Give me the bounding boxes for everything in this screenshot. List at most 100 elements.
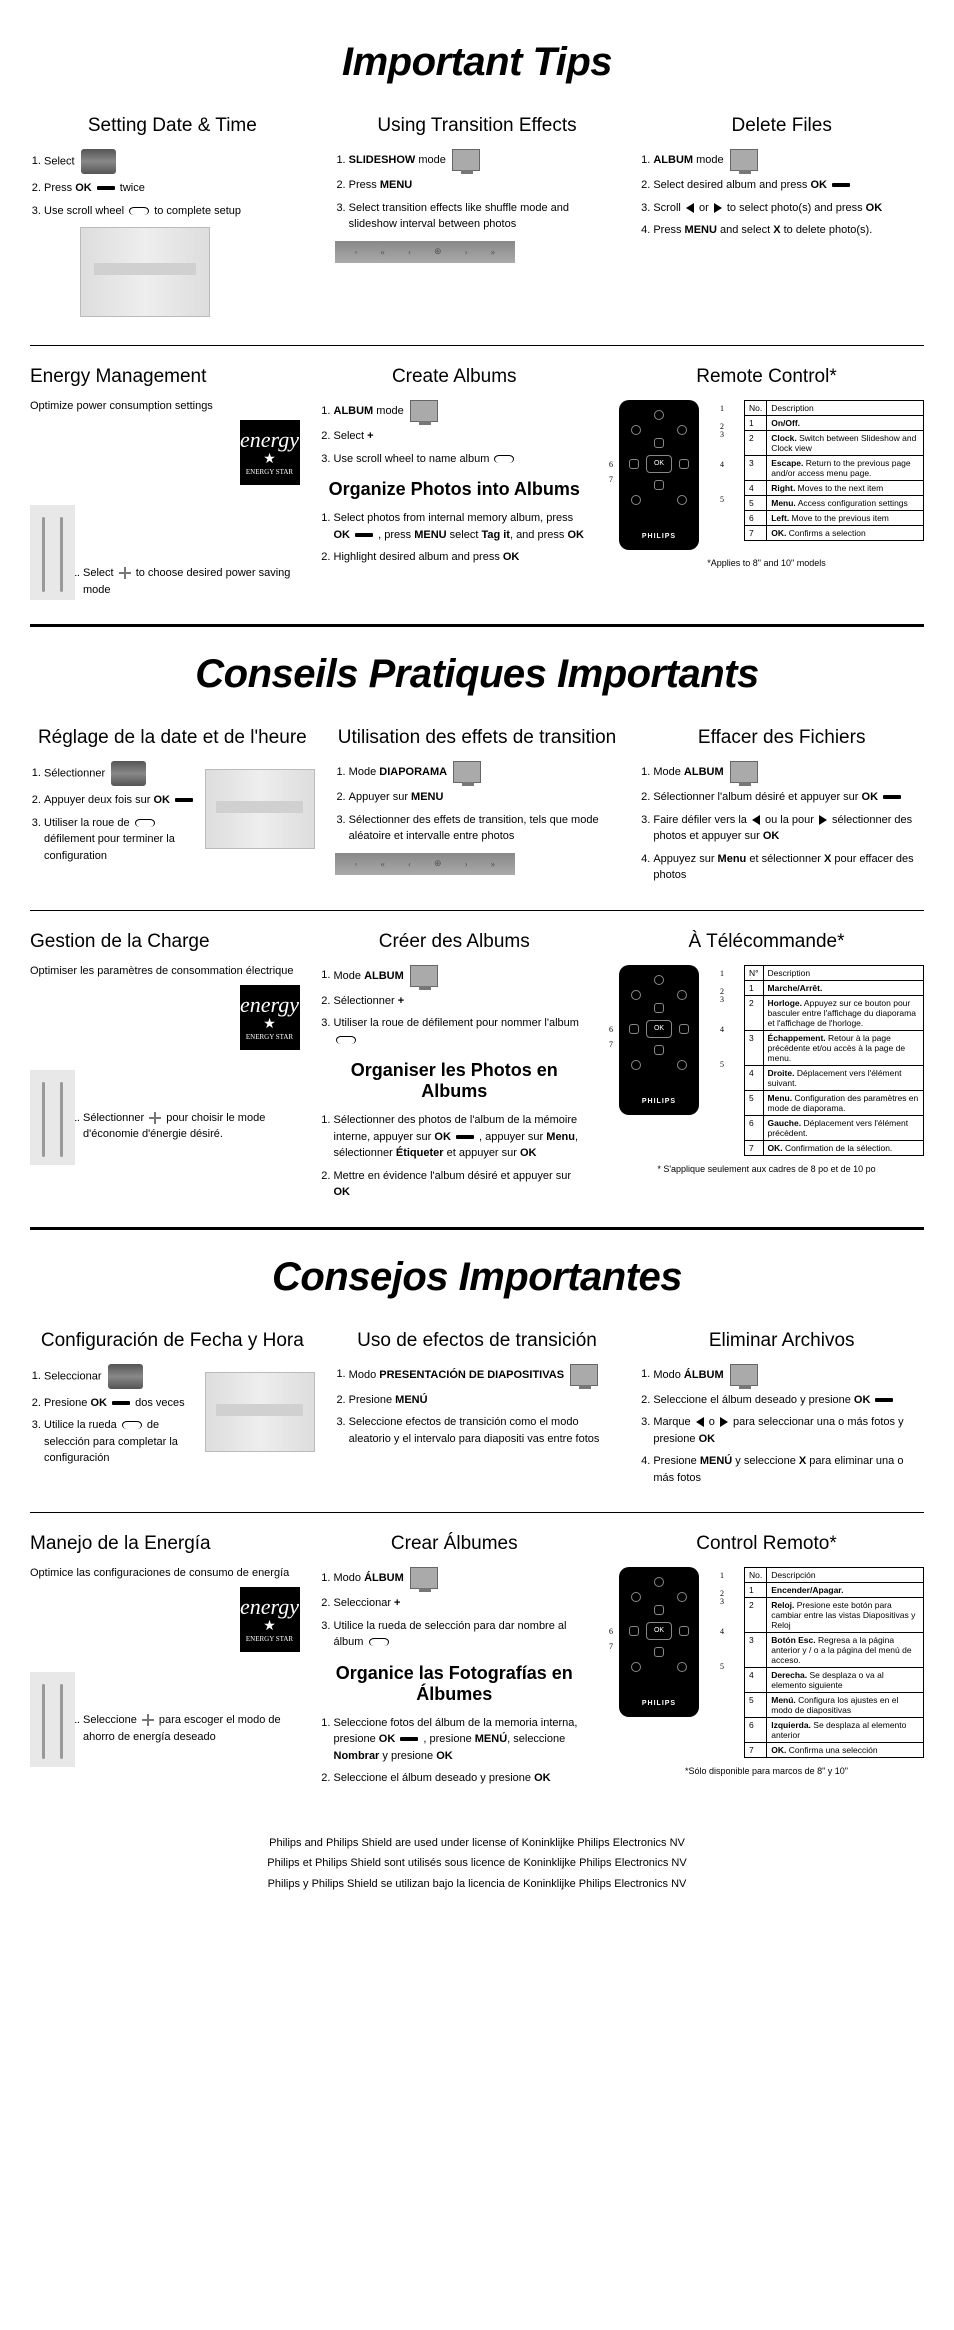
step: Select desired album and press OK — [653, 177, 924, 194]
power-box-image — [30, 1070, 75, 1165]
text: OK — [153, 794, 170, 806]
ok-btn-icon: OK — [646, 1622, 672, 1640]
text: MENÚ — [475, 1733, 507, 1745]
heading-transition-en: Using Transition Effects — [335, 115, 620, 137]
step: Seleccione el álbum deseado y presione O… — [334, 1770, 590, 1787]
steps-transition-en: SLIDESHOW mode Press MENU Select transit… — [335, 149, 620, 233]
text: SLIDESHOW — [349, 154, 416, 166]
remote-image: OK PHILIPS — [619, 1567, 699, 1717]
text: Mode — [653, 766, 684, 778]
td: 1 — [745, 980, 764, 995]
row-fr-1: Réglage de la date et de l'heure Sélecti… — [30, 727, 924, 890]
callout: 3 — [720, 1597, 724, 1606]
text: OK — [379, 1733, 396, 1745]
text: Clock. — [771, 433, 797, 443]
text: Modo — [334, 1572, 365, 1584]
scroll-wheel-icon — [494, 455, 514, 463]
text: y seleccione — [732, 1455, 799, 1467]
text: and select — [717, 224, 773, 236]
text: , presione — [420, 1733, 474, 1745]
steps-datetime-en: Select Press OK twice Use scroll wheel t… — [30, 149, 315, 219]
ok-button-icon — [355, 530, 373, 540]
step: Utiliser la roue de défilement pour nomm… — [334, 1015, 590, 1048]
subtitle-energy-fr: Optimiser les paramètres de consommation… — [30, 965, 300, 977]
text: Horloge. — [768, 998, 802, 1008]
step: Sélectionner pour choisir le mode d'écon… — [44, 1110, 300, 1143]
step: Modo PRESENTACIÓN DE DIAPOSITIVAS — [349, 1364, 620, 1386]
text: OK. — [771, 1745, 786, 1755]
nav-left-icon — [629, 1024, 639, 1034]
clock-btn-icon — [631, 425, 641, 435]
th: Description — [767, 401, 924, 416]
divider — [30, 1227, 924, 1230]
td: 3 — [745, 456, 767, 481]
step: Select — [44, 149, 315, 174]
monitor-icon — [453, 761, 481, 783]
heading-delete-en: Delete Files — [639, 115, 924, 137]
col-remote-es: Control Remoto* OK PHILIPS 1 2 — [609, 1533, 924, 1793]
text: mode — [415, 154, 446, 166]
td: 5 — [745, 1693, 767, 1718]
text: Menu — [546, 1131, 575, 1143]
text: ENERGY STAR — [246, 1033, 293, 1041]
step: Mode ALBUM — [334, 965, 590, 987]
step: Presione MENÚ — [349, 1392, 620, 1409]
col-delete-es: Eliminar Archivos Modo ÁLBUM Seleccione … — [639, 1330, 924, 1493]
step: Appuyer deux fois sur OK — [44, 792, 199, 809]
title-es: Consejos Importantes — [30, 1255, 924, 1300]
td: Botón Esc. Regresa a la página anterior … — [767, 1633, 924, 1668]
heading-datetime-en: Setting Date & Time — [30, 115, 315, 137]
th: No. — [745, 1568, 767, 1583]
text: Seleccione — [83, 1714, 140, 1726]
td: 4 — [745, 481, 767, 496]
step: Appuyez sur Menu et sélectionner X pour … — [653, 851, 924, 884]
divider — [30, 624, 924, 627]
energy-star-logo: energy★ENERGY STAR — [240, 1587, 300, 1652]
text: Move to the previous item — [789, 513, 889, 523]
heading-remote-fr: À Télécommande* — [609, 931, 924, 953]
text: , press — [375, 529, 414, 541]
td: 4 — [745, 1065, 764, 1090]
text: Sélectionner — [334, 995, 398, 1007]
col-energy-en: Energy Management Optimize power consump… — [30, 366, 300, 604]
text: MENU — [411, 791, 443, 803]
nav-right-icon — [679, 1626, 689, 1636]
text: OK — [854, 1394, 871, 1406]
step: Sélectionner — [44, 761, 199, 786]
text: Izquierda. — [771, 1720, 811, 1730]
td: 4 — [745, 1668, 767, 1693]
text: On/Off. — [771, 418, 800, 428]
td: 6 — [745, 1115, 764, 1140]
brand-text: PHILIPS — [619, 533, 699, 540]
text: Left. — [771, 513, 789, 523]
step: Use scroll wheel to complete setup — [44, 203, 315, 220]
callout: 1 — [720, 404, 724, 413]
text: Select — [44, 155, 75, 167]
text: Étiqueter — [396, 1147, 444, 1159]
nav-left-icon — [629, 1626, 639, 1636]
menu-btn-icon — [677, 1662, 687, 1672]
text: OK — [75, 182, 92, 194]
callout: 5 — [720, 495, 724, 504]
text: + — [367, 430, 373, 442]
nav-down-icon — [654, 1045, 664, 1055]
td: 7 — [745, 526, 767, 541]
step: Sélectionner des effets de transition, t… — [349, 812, 620, 845]
text: Press — [653, 224, 684, 236]
text: , appuyer sur — [476, 1131, 546, 1143]
td: 2 — [745, 995, 764, 1030]
step: Sélectionner des photos de l'album de la… — [334, 1112, 590, 1162]
text: Menú. — [771, 1695, 796, 1705]
text: Moves to the next item — [795, 483, 883, 493]
nav-left-icon — [629, 459, 639, 469]
td: On/Off. — [767, 416, 924, 431]
td: 1 — [745, 1583, 767, 1598]
text: Escape. — [771, 458, 803, 468]
ok-button-icon — [97, 183, 115, 193]
callout: 3 — [720, 430, 724, 439]
callout: 5 — [720, 1060, 724, 1069]
text: Sélectionner — [83, 1112, 147, 1124]
text: ALBUM — [684, 766, 724, 778]
td: Menu. Configuration des paramètres en mo… — [763, 1090, 923, 1115]
td: 5 — [745, 496, 767, 511]
